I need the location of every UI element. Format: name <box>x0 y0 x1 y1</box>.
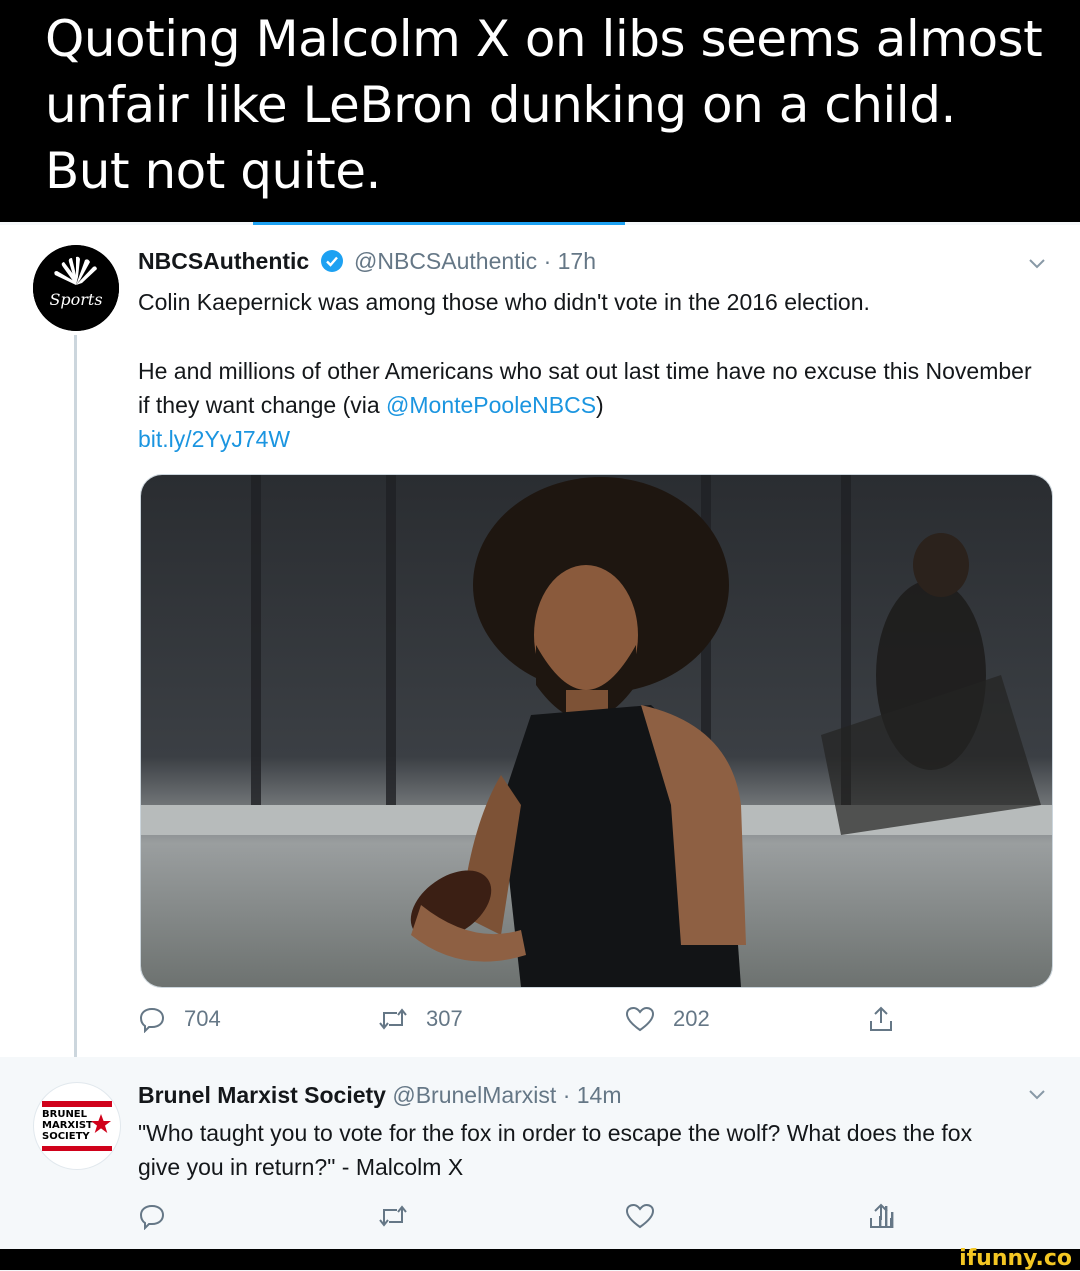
brunel-logo-bar <box>42 1101 112 1107</box>
mention-link[interactable]: @MontePooleNBCS <box>386 392 596 418</box>
timestamp[interactable]: · 17h <box>544 248 596 274</box>
photo-player-with-football <box>141 475 1052 987</box>
reply-icon <box>139 1007 165 1033</box>
red-star-icon <box>91 1114 111 1133</box>
avatar-nbcsauthentic[interactable]: Sports <box>33 245 119 331</box>
reply-button[interactable]: 704 <box>138 1005 221 1033</box>
retweet-icon <box>379 1205 407 1227</box>
tweet2-actions <box>138 1202 918 1242</box>
short-link[interactable]: bit.ly/2YyJ74W <box>138 426 290 452</box>
like-icon <box>625 1006 655 1032</box>
meme-caption: Quoting Malcolm X on libs seems almost u… <box>45 10 1043 200</box>
avatar-sports-wordmark: Sports <box>49 290 103 309</box>
handle[interactable]: @NBCSAuthentic <box>354 248 537 274</box>
tweet1-text-body: He and millions of other Americans who s… <box>138 354 1048 456</box>
brunel-logo-bar-bottom <box>42 1146 112 1151</box>
handle[interactable]: @BrunelMarxist <box>392 1082 556 1108</box>
like-count: 202 <box>673 1006 710 1031</box>
tweet2-text: "Who taught you to vote for the fox in o… <box>138 1120 973 1180</box>
nbc-sports-logo-icon <box>33 245 119 331</box>
tweet1-header: NBCSAuthentic @NBCSAuthentic · 17h <box>138 246 596 276</box>
retweet-count: 307 <box>426 1006 463 1031</box>
retweet-icon <box>379 1008 407 1030</box>
timestamp[interactable]: · 14m <box>563 1082 622 1108</box>
share-icon <box>870 1006 892 1031</box>
like-icon <box>625 1203 655 1229</box>
tweet-media-photo[interactable] <box>140 474 1053 988</box>
analytics-icon[interactable] <box>876 1204 896 1230</box>
reply-button[interactable] <box>138 1202 166 1230</box>
like-button[interactable] <box>625 1202 655 1230</box>
reply-icon <box>139 1204 165 1230</box>
tweet1-actions: 704 307 202 <box>138 1005 918 1045</box>
avatar-brunelmarxist[interactable]: BRUNEL MARXIST SOCIETY <box>33 1082 121 1170</box>
verified-badge-icon <box>320 250 343 272</box>
retweet-button[interactable]: 307 <box>378 1005 463 1033</box>
brunel-logo-text: BRUNEL MARXIST SOCIETY <box>42 1109 93 1142</box>
like-button[interactable]: 202 <box>625 1005 710 1033</box>
chevron-down-icon[interactable] <box>1028 1086 1046 1104</box>
share-button[interactable] <box>868 1005 894 1033</box>
watermark-bar <box>0 1249 1080 1270</box>
reply-count: 704 <box>184 1006 221 1031</box>
ifunny-watermark: ifunny.co <box>959 1246 1072 1271</box>
meme-caption-banner: Quoting Malcolm X on libs seems almost u… <box>0 0 1080 222</box>
tweet1-text-line2-end: ) <box>596 392 604 418</box>
tweet1-text-line1: Colin Kaepernick was among those who did… <box>138 289 870 315</box>
retweet-button[interactable] <box>378 1202 408 1230</box>
display-name[interactable]: NBCSAuthentic <box>138 248 309 274</box>
thread-line <box>74 335 77 1073</box>
tweet2-header: Brunel Marxist Society @BrunelMarxist · … <box>138 1080 622 1110</box>
display-name[interactable]: Brunel Marxist Society <box>138 1082 386 1108</box>
chevron-down-icon[interactable] <box>1028 255 1046 273</box>
